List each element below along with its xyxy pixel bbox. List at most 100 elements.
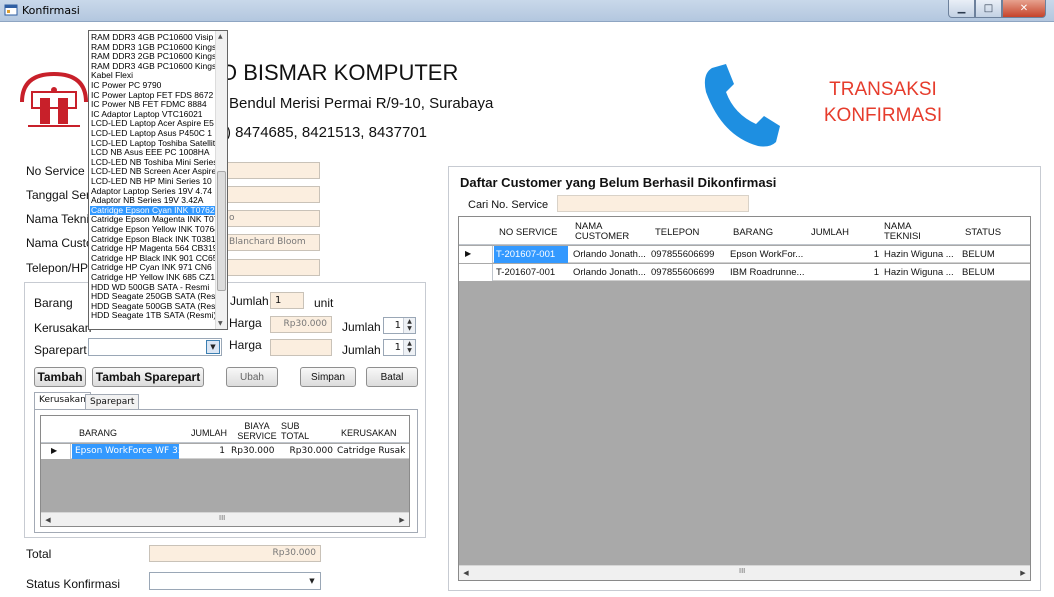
kerusakan-grid[interactable]: BARANG JUMLAH BIAYA SERVICE SUB TOTAL KE… — [40, 415, 410, 527]
dropdown-item[interactable]: HDD Seagate 1TB SATA (Resmi) — [90, 311, 215, 320]
jumlah3-stepper[interactable]: 1 ▲ ▼ — [383, 339, 416, 356]
cell-customer[interactable]: Orlando Jonath... — [573, 249, 649, 260]
scroll-right-icon[interactable]: ▶ — [1016, 566, 1030, 580]
jumlah-field[interactable]: 1 — [270, 292, 304, 309]
cell-jumlah[interactable]: 1 — [807, 267, 879, 278]
tambah-sparepart-button[interactable]: Tambah Sparepart — [92, 367, 204, 387]
dropdown-item[interactable]: RAM DDR3 2GB PC10600 Kingston — [90, 52, 215, 61]
total-field[interactable]: Rp30.000 — [149, 545, 321, 562]
cell-subtotal[interactable]: Rp30.000 — [279, 446, 333, 456]
dropdown-item[interactable]: Catridge Epson Yellow INK T0764 — [90, 225, 215, 234]
dropdown-item[interactable]: IC Power NB FET FDMC 8884 — [90, 100, 215, 109]
sparepart-combo[interactable]: ▼ — [88, 338, 222, 356]
header-barang: BARANG — [733, 227, 774, 238]
cell-biaya[interactable]: Rp30.000 — [231, 446, 277, 456]
cell-status[interactable]: BELUM — [962, 249, 1022, 260]
dropdown-item[interactable]: Adaptor NB Series 19V 3.42A — [90, 196, 215, 205]
simpan-button[interactable]: Simpan — [300, 367, 356, 387]
nama-customer-label: Nama Custo — [26, 236, 93, 250]
cell-jumlah[interactable]: 1 — [807, 249, 879, 260]
minimize-button[interactable]: ▁ — [948, 0, 975, 18]
dropdown-item[interactable]: Catridge HP Yellow INK 685 CZ1 — [90, 273, 215, 282]
harga-field[interactable]: Rp30.000 — [270, 316, 332, 333]
dropdown-item[interactable]: LCD NB Asus EEE PC 1008HA — [90, 148, 215, 157]
dropdown-scroll-thumb[interactable] — [217, 171, 226, 291]
cell-telepon[interactable]: 097855606699 — [651, 267, 729, 278]
dropdown-item[interactable]: LCD-LED Laptop Acer Aspire E5 — [90, 119, 215, 128]
dropdown-item[interactable]: Kabel Flexi — [90, 71, 215, 80]
dropdown-item[interactable]: RAM DDR3 1GB PC10600 Kingston — [90, 43, 215, 52]
tab-kerusakan[interactable]: Kerusakan — [34, 392, 91, 410]
scroll-down-icon[interactable]: ▼ — [218, 320, 223, 327]
cell-telepon[interactable]: 097855606699 — [651, 249, 729, 260]
cell-teknisi[interactable]: Hazin Wiguna ... — [884, 249, 958, 260]
cell-barang[interactable]: Epson WorkForce WF 3520 — [72, 444, 179, 459]
dropdown-item[interactable]: LCD-LED NB HP Mini Series 10 — [90, 177, 215, 186]
search-service-input[interactable] — [557, 195, 749, 212]
no-service-field[interactable] — [224, 162, 320, 179]
dropdown-item[interactable]: HDD WD 500GB SATA - Resmi — [90, 283, 215, 292]
scroll-right-icon[interactable]: ▶ — [395, 513, 409, 527]
status-konfirmasi-combo[interactable]: ▼ — [149, 572, 321, 590]
dropdown-item[interactable]: LCD-LED NB Toshiba Mini Series — [90, 158, 215, 167]
dropdown-item[interactable]: Catridge HP Cyan INK 971 CN6 — [90, 263, 215, 272]
cell-jumlah[interactable]: 1 — [181, 446, 225, 456]
table-row[interactable]: T-201607-001 Orlando Jonath... 097855606… — [459, 264, 1030, 281]
sparepart-dropdown-list[interactable]: RAM DDR3 4GB PC10600 Visip RAM DDR3 1GB P… — [88, 30, 228, 330]
ubah-button[interactable]: Ubah — [226, 367, 278, 387]
no-service-label: No Service — [26, 164, 85, 178]
table-row[interactable]: ▶ Epson WorkForce WF 3520 1 Rp30.000 Rp3… — [41, 444, 409, 459]
dropdown-item[interactable]: IC Adaptor Laptop VTC16021 — [90, 110, 215, 119]
dropdown-item[interactable]: RAM DDR3 4GB PC10600 Visip — [90, 33, 215, 42]
dropdown-item[interactable]: LCD-LED Laptop Asus P450C 1 — [90, 129, 215, 138]
maximize-button[interactable]: □ — [975, 0, 1002, 18]
dropdown-item[interactable]: Catridge HP Magenta 564 CB319 — [90, 244, 215, 253]
cell-status[interactable]: BELUM — [962, 267, 1022, 278]
cell-barang[interactable]: IBM Roadrunne... — [730, 267, 806, 278]
close-button[interactable]: ✕ — [1002, 0, 1046, 18]
dropdown-item[interactable]: HDD Seagate 250GB SATA (Resmi) — [90, 292, 215, 301]
dropdown-item[interactable]: Catridge Epson Magenta INK T0763 — [90, 215, 215, 224]
stepper-arrows-icon[interactable]: ▲ ▼ — [403, 340, 415, 355]
chevron-down-icon[interactable]: ▼ — [305, 574, 319, 588]
cell-customer[interactable]: Orlando Jonath... — [573, 267, 649, 278]
scroll-up-icon[interactable]: ▲ — [218, 33, 223, 40]
telepon-field[interactable] — [224, 259, 320, 276]
dropdown-item[interactable]: RAM DDR3 4GB PC10600 Kingston — [90, 62, 215, 71]
horizontal-scrollbar[interactable]: ◀ III ▶ — [459, 565, 1030, 580]
batal-button[interactable]: Batal — [366, 367, 418, 387]
horizontal-scrollbar[interactable]: ◀ III ▶ — [41, 512, 409, 526]
header-biaya-service: BIAYA SERVICE — [237, 421, 277, 441]
dropdown-item[interactable]: Adaptor Laptop Series 19V 4.74 — [90, 187, 215, 196]
cell-no-service[interactable]: T-201607-001 — [496, 267, 570, 278]
search-label: Cari No. Service — [468, 199, 549, 211]
tambah-button[interactable]: Tambah — [34, 367, 86, 387]
dropdown-item[interactable]: IC Power PC 9790 — [90, 81, 215, 90]
tab-sparepart[interactable]: Sparepart — [85, 394, 140, 410]
dropdown-item[interactable]: LCD-LED NB Screen Acer Aspire — [90, 167, 215, 176]
stepper-arrows-icon[interactable]: ▲ ▼ — [403, 318, 415, 333]
dropdown-item[interactable]: LCD-LED Laptop Toshiba Satellite — [90, 139, 215, 148]
jumlah2-stepper[interactable]: 1 ▲ ▼ — [383, 317, 416, 334]
nama-teknisi-field[interactable]: o — [224, 210, 320, 227]
dropdown-item[interactable]: IC Power Laptop FET FDS 8672 — [90, 91, 215, 100]
dropdown-item[interactable]: HDD Seagate 500GB SATA (Resmi) — [90, 302, 215, 311]
cell-no-service[interactable]: T-201607-001 — [494, 246, 568, 263]
scroll-left-icon[interactable]: ◀ — [459, 566, 473, 580]
harga2-field[interactable] — [270, 339, 332, 356]
chevron-down-icon[interactable]: ▼ — [206, 340, 220, 354]
table-row[interactable]: ▶ T-201607-001 Orlando Jonath... 0978556… — [459, 246, 1030, 263]
customer-grid[interactable]: NO SERVICE NAMA CUSTOMER TELEPON BARANG … — [458, 216, 1031, 581]
window-form-icon — [4, 4, 18, 16]
dropdown-scrollbar[interactable]: ▲ ▼ — [215, 31, 227, 329]
tanggal-service-field[interactable] — [224, 186, 320, 203]
nama-customer-field[interactable]: Blanchard Bloom — [224, 234, 320, 251]
cell-barang[interactable]: Epson WorkFor... — [730, 249, 806, 260]
dropdown-item[interactable]: Catridge Epson Cyan INK T0762 — [90, 205, 215, 215]
kerusakan-label: Kerusakan — [34, 321, 92, 335]
cell-kerusakan[interactable]: Catridge Rusak — [337, 446, 407, 456]
cell-teknisi[interactable]: Hazin Wiguna ... — [884, 267, 958, 278]
dropdown-item[interactable]: Catridge HP Black INK 901 CC653 — [90, 254, 215, 263]
scroll-left-icon[interactable]: ◀ — [41, 513, 55, 527]
dropdown-item[interactable]: Catridge Epson Black INK T0381 — [90, 235, 215, 244]
